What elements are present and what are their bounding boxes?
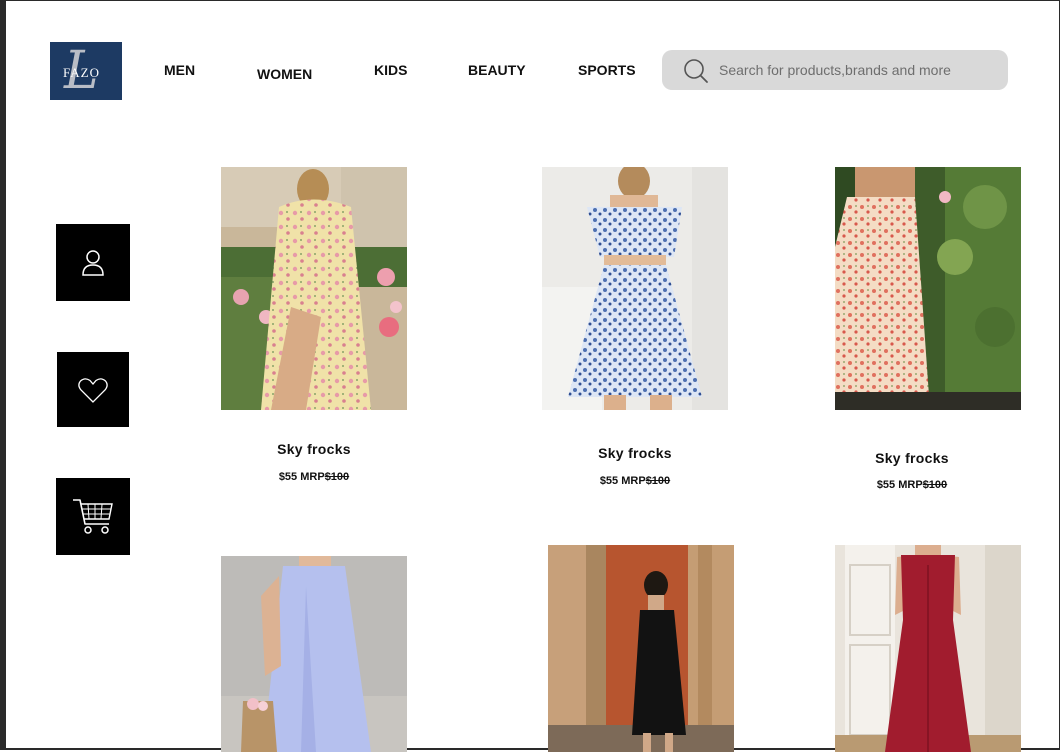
logo-text: FAZO xyxy=(63,65,100,80)
product-price: $55 MRP$100 xyxy=(214,471,414,483)
search-input[interactable] xyxy=(719,50,999,90)
account-button[interactable] xyxy=(56,224,130,301)
nav-sports[interactable]: SPORTS xyxy=(578,62,636,78)
product-image[interactable] xyxy=(221,167,407,410)
lavender-maxi-dress-image xyxy=(221,556,407,752)
search-bar[interactable] xyxy=(662,50,1008,90)
original-price: $100 xyxy=(324,471,350,483)
nav-kids[interactable]: KIDS xyxy=(374,62,407,78)
mrp-label: MRP xyxy=(621,475,646,487)
product-image[interactable] xyxy=(548,545,734,752)
peach-floral-slip-dress-image xyxy=(835,167,1021,410)
mrp-label: MRP xyxy=(898,479,923,491)
product-image[interactable] xyxy=(835,545,1021,752)
product-price: $55 MRP$100 xyxy=(535,475,735,487)
nav-men[interactable]: MEN xyxy=(164,62,195,78)
product-image[interactable] xyxy=(221,556,407,752)
user-icon xyxy=(82,249,104,276)
black-slip-dress-image xyxy=(548,545,734,752)
search-icon[interactable] xyxy=(683,58,709,84)
cart-icon xyxy=(73,498,113,534)
blue-floral-two-piece-image xyxy=(542,167,728,410)
product-image[interactable] xyxy=(542,167,728,410)
product-image[interactable] xyxy=(835,167,1021,410)
original-price: $100 xyxy=(922,479,948,491)
yellow-floral-dress-image xyxy=(221,167,407,410)
product-price: $55 MRP$100 xyxy=(812,479,1012,491)
sale-price: $55 xyxy=(278,471,298,483)
brand-logo[interactable]: L FAZO xyxy=(50,42,122,100)
nav-beauty[interactable]: BEAUTY xyxy=(468,62,526,78)
heart-icon xyxy=(78,377,108,403)
product-name[interactable]: Sky frocks xyxy=(535,445,735,461)
sale-price: $55 xyxy=(876,479,896,491)
product-name[interactable]: Sky frocks xyxy=(812,450,1012,466)
sale-price: $55 xyxy=(599,475,619,487)
original-price: $100 xyxy=(645,475,671,487)
cart-button[interactable] xyxy=(56,478,130,555)
red-corset-dress-image xyxy=(835,545,1021,752)
wishlist-button[interactable] xyxy=(57,352,129,427)
product-name[interactable]: Sky frocks xyxy=(214,441,414,457)
mrp-label: MRP xyxy=(300,471,325,483)
nav-women[interactable]: WOMEN xyxy=(257,66,312,82)
